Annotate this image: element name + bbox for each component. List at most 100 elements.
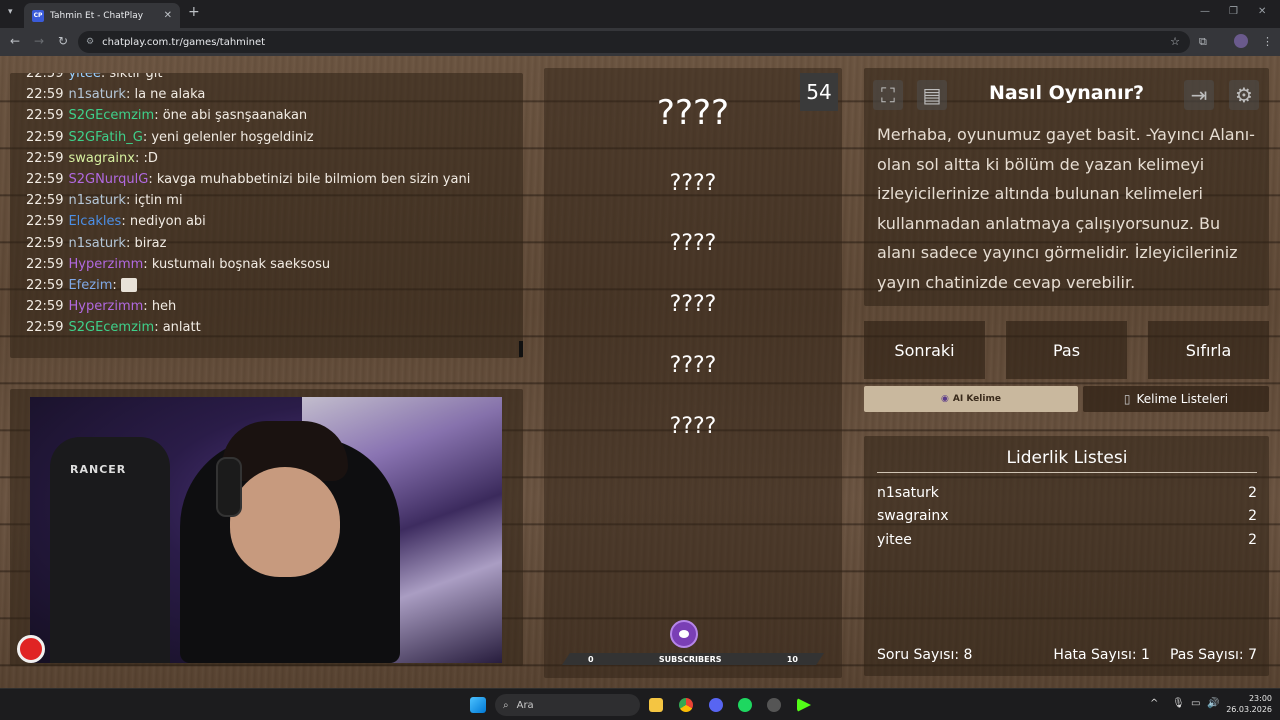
forbidden-word-2: ???? <box>669 231 717 256</box>
kick-icon[interactable] <box>797 698 811 712</box>
question-count: Soru Sayısı: 8 <box>877 647 973 663</box>
chat-message: 22:59 n1saturk: la ne alaka <box>26 84 507 105</box>
how-to-play-panel: ⛶ ▤ Nasıl Oynanır? ⇥ ⚙ Merhaba, oyunumuz… <box>864 68 1269 306</box>
chat-username[interactable]: S2GEcemzim <box>68 108 154 123</box>
chat-username[interactable]: yitee <box>68 73 100 81</box>
leaderboard-row: swagrainx 2 <box>877 508 1257 524</box>
address-bar[interactable]: ⚙ chatplay.com.tr/games/tahminet ☆ <box>78 31 1190 53</box>
bookmark-star-icon[interactable]: ☆ <box>1170 35 1180 48</box>
maximize-window-icon[interactable]: ❐ <box>1229 6 1238 17</box>
pass-button[interactable]: Pas <box>1006 321 1127 379</box>
game-page: 22:59 yitee: siktir git 22:59 n1saturk: la … <box>0 56 1280 688</box>
chat-message: 22:59 S2GEcemzim: öne abi şasnşaanakan <box>26 105 507 126</box>
chat-timestamp: 22:59 <box>26 277 64 293</box>
chrome-icon[interactable] <box>679 698 693 712</box>
chat-timestamp: 22:59 <box>26 320 64 336</box>
sub-goal-max: 10 <box>786 654 798 664</box>
tray-chevron-icon[interactable]: ^ <box>1150 698 1158 709</box>
chat-username[interactable]: Hyperzimm <box>68 299 143 314</box>
file-explorer-icon[interactable] <box>649 698 663 712</box>
clock-date: 26.03.2026 <box>1226 705 1272 714</box>
settings-gear-icon[interactable]: ⚙ <box>1229 80 1259 110</box>
windows-taskbar: ⌕ Ara ^ 🎙 ▭ 🔊 23:00 26.03.2026 <box>0 688 1280 720</box>
site-info-icon[interactable]: ⚙ <box>86 37 94 47</box>
chat-separator: : <box>154 320 163 336</box>
word-lists-button[interactable]: ▯ Kelime Listeleri <box>1083 386 1269 412</box>
chat-separator: : <box>143 299 152 315</box>
search-placeholder: Ara <box>516 699 534 711</box>
chat-message: 22:59 n1saturk: biraz <box>26 233 507 254</box>
network-icon[interactable]: ▭ <box>1191 698 1200 709</box>
forbidden-word-4: ???? <box>669 353 717 378</box>
leaderboard-score: 2 <box>1248 508 1257 524</box>
close-window-icon[interactable]: ✕ <box>1258 6 1266 17</box>
leaderboard-score: 2 <box>1248 485 1257 501</box>
chat-username[interactable]: Elcakles <box>68 214 121 229</box>
chat-username[interactable]: Efezim <box>68 278 112 293</box>
tab-search-chevron-icon[interactable]: ▾ <box>8 7 13 17</box>
chat-username[interactable]: swagrainx <box>68 151 134 166</box>
chat-timestamp: 22:59 <box>26 129 64 145</box>
chat-username[interactable]: n1saturk <box>68 193 125 208</box>
chat-timestamp: 22:59 <box>26 299 64 315</box>
reset-button[interactable]: Sıfırla <box>1148 321 1269 379</box>
chat-message-text: :D <box>143 150 158 166</box>
chat-message: 22:59 n1saturk: içtin mi <box>26 190 507 211</box>
leaderboard-score: 2 <box>1248 532 1257 548</box>
microphone-icon[interactable]: 🎙 <box>1172 698 1185 709</box>
discord-icon[interactable] <box>709 698 723 712</box>
url-text: chatplay.com.tr/games/tahminet <box>102 36 266 48</box>
leaderboard-row: yitee 2 <box>877 532 1257 548</box>
chat-username[interactable]: n1saturk <box>68 87 125 102</box>
chat-message: 22:59 S2GFatih_G: yeni gelenler hoşgeldin… <box>26 127 507 148</box>
chat-timestamp: 22:59 <box>26 256 64 272</box>
chatplay-favicon-icon: CP <box>32 9 44 22</box>
how-to-play-text: Merhaba, oyunumuz gayet basit. -Yayıncı … <box>877 125 1255 292</box>
chat-scrollbar[interactable] <box>519 341 523 357</box>
taskbar-clock[interactable]: 23:00 26.03.2026 <box>1224 693 1272 715</box>
chair-brand-logo: RANCER <box>70 463 127 476</box>
taskbar-search[interactable]: ⌕ Ara <box>495 694 640 716</box>
record-indicator-icon <box>17 635 45 663</box>
volume-icon[interactable]: 🔊 <box>1207 698 1219 709</box>
gaming-chair-image: RANCER <box>50 437 170 663</box>
obs-icon[interactable] <box>767 698 781 712</box>
menu-kebab-icon[interactable]: ⋮ <box>1262 35 1273 48</box>
chat-message: 22:59 S2GEcemzim: anlatt <box>26 317 507 338</box>
chat-message-text: yeni gelenler hoşgeldiniz <box>151 129 314 145</box>
chat-message: 22:59 swagrainx: :D <box>26 148 507 169</box>
logout-icon[interactable]: ⇥ <box>1184 80 1214 110</box>
browser-tab[interactable]: CP Tahmin Et - ChatPlay ✕ <box>24 3 180 28</box>
chat-panel: 22:59 yitee: siktir git 22:59 n1saturk: la … <box>10 73 523 358</box>
chat-message-text: anlatt <box>162 320 201 336</box>
chat-separator: : <box>148 171 157 187</box>
tab-close-icon[interactable]: ✕ <box>164 10 172 21</box>
sub-goal-label: SUBSCRIBERS <box>658 654 722 664</box>
ai-word-button[interactable]: ◉ AI Kelime <box>864 386 1078 412</box>
webcam-video: RANCER <box>30 397 502 663</box>
new-tab-plus-icon[interactable]: + <box>188 4 200 20</box>
clock-time: 23:00 <box>1248 694 1272 703</box>
chat-username[interactable]: Hyperzimm <box>68 257 143 272</box>
forward-arrow-icon[interactable]: → <box>34 34 44 48</box>
chat-username[interactable]: S2GNurqulG <box>68 172 148 187</box>
reload-icon[interactable]: ↻ <box>58 34 68 48</box>
forbidden-word-3: ???? <box>669 292 717 317</box>
chat-username[interactable]: n1saturk <box>68 236 125 251</box>
spotify-icon[interactable] <box>738 698 752 712</box>
start-windows-icon[interactable] <box>470 697 486 713</box>
error-count: Hata Sayısı: 1 <box>1053 647 1150 663</box>
back-arrow-icon[interactable]: ← <box>10 34 20 48</box>
word-panel: 54 ???? ???? ???? ???? ???? ???? 0 SUBSC… <box>544 68 842 678</box>
profile-avatar[interactable] <box>1234 34 1248 48</box>
forbidden-word-1: ???? <box>669 171 717 196</box>
next-button[interactable]: Sonraki <box>864 321 985 379</box>
chat-username[interactable]: S2GFatih_G <box>68 130 142 145</box>
extensions-icon[interactable]: ⧉ <box>1199 35 1207 49</box>
chat-message-text: nediyon abi <box>129 214 206 230</box>
chat-username[interactable]: S2GEcemzim <box>68 320 154 335</box>
minimize-window-icon[interactable]: — <box>1200 6 1210 17</box>
sub-goal-min: 0 <box>588 654 594 664</box>
pass-count: Pas Sayısı: 7 <box>1169 647 1257 663</box>
chat-message: 22:59 yitee: siktir git <box>26 73 507 84</box>
